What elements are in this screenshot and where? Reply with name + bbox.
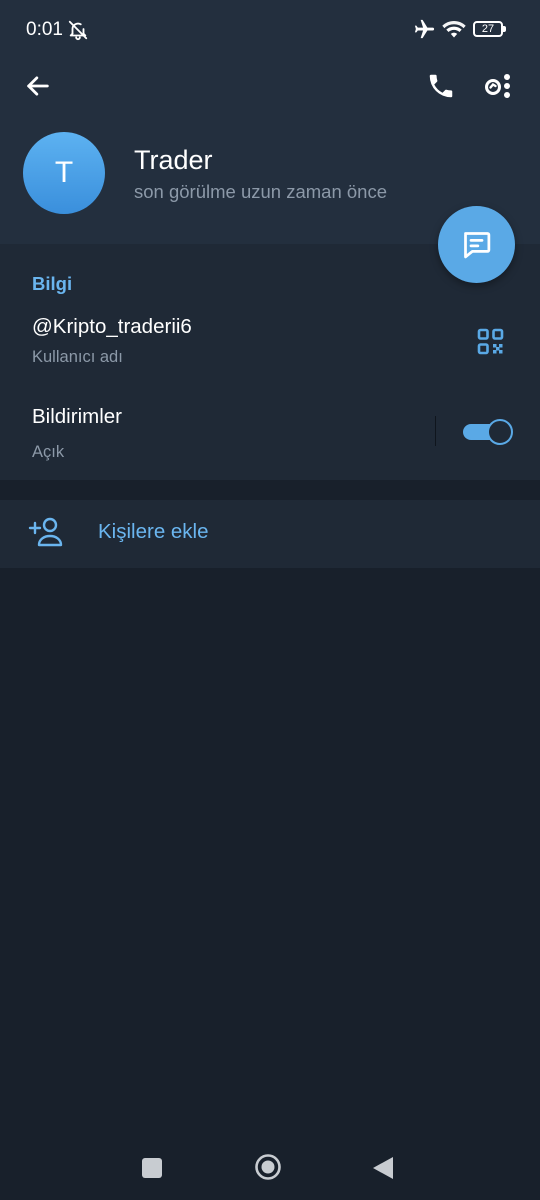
back-triangle-icon[interactable]	[372, 1156, 394, 1180]
username-caption: Kullanıcı adı	[32, 348, 123, 366]
vertical-divider	[435, 416, 436, 446]
back-arrow-icon[interactable]	[24, 72, 52, 100]
bell-off-icon	[68, 20, 88, 41]
info-section-title: Bilgi	[32, 273, 73, 294]
phone-icon[interactable]	[426, 71, 456, 101]
recents-square-icon[interactable]	[141, 1157, 163, 1179]
last-seen-status: son görülme uzun zaman önce	[134, 181, 387, 202]
toggle-knob	[487, 419, 513, 445]
avatar[interactable]: T	[23, 132, 105, 214]
notifications-toggle[interactable]	[463, 419, 513, 445]
add-user-icon	[28, 517, 63, 547]
message-icon	[464, 232, 491, 259]
wifi-icon	[442, 21, 466, 38]
status-bar: 0:01 27	[0, 0, 540, 62]
notifications-title[interactable]: Bildirimler	[32, 405, 122, 429]
qr-code-icon[interactable]	[477, 328, 504, 355]
username-value[interactable]: @Kripto_traderii6	[32, 315, 192, 339]
home-circle-icon[interactable]	[254, 1153, 282, 1181]
message-fab-button[interactable]	[438, 206, 515, 283]
battery-indicator: 27	[473, 21, 506, 37]
add-contact-label[interactable]: Kişilere ekle	[98, 520, 209, 544]
status-time: 0:01	[26, 19, 63, 40]
add-contact-row[interactable]	[0, 500, 540, 568]
notifications-caption: Açık	[32, 443, 65, 461]
profile-name: Trader	[134, 145, 213, 175]
system-navigation-bar	[0, 1140, 540, 1200]
airplane-icon	[414, 19, 435, 39]
more-menu-icon[interactable]	[484, 71, 514, 101]
